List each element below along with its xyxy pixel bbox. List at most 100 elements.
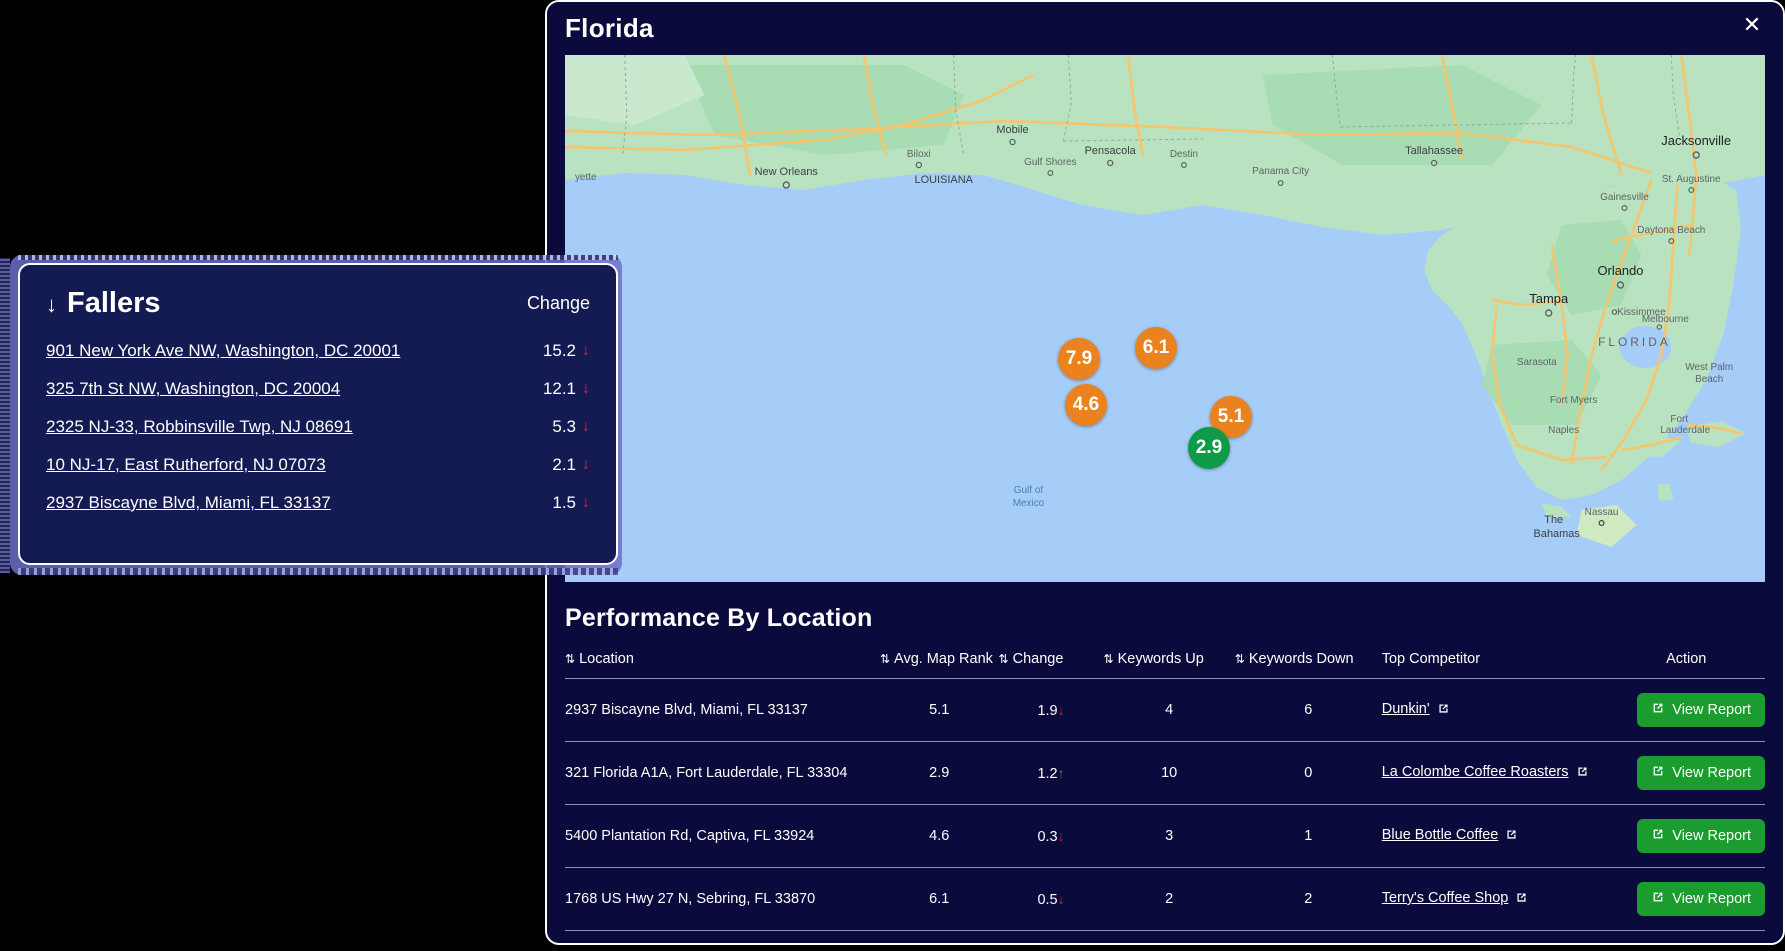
faller-address-link[interactable]: 901 New York Ave NW, Washington, DC 2000… (46, 341, 400, 361)
svg-text:Gulf Shores: Gulf Shores (1024, 157, 1077, 168)
column-label: Avg. Map Rank (894, 651, 993, 667)
faller-change-value: 2.1 (552, 455, 576, 475)
svg-text:Daytona Beach: Daytona Beach (1637, 225, 1705, 236)
cell-keywords-up: 5 (1104, 931, 1235, 946)
cell-avg-map-rank: 2.9 (880, 742, 999, 805)
column-header-keywords-down[interactable]: ⇅Keywords Down (1235, 651, 1382, 679)
table-row: 2937 Biscayne Blvd, Miami, FL 33137 5.1 … (565, 679, 1765, 742)
svg-text:St. Augustine: St. Augustine (1662, 174, 1721, 185)
close-icon[interactable]: ✕ (1739, 12, 1765, 38)
svg-text:Naples: Naples (1548, 425, 1579, 436)
svg-text:The: The (1544, 514, 1563, 526)
view-report-button[interactable]: View Report (1637, 882, 1765, 916)
column-label: Change (1013, 651, 1064, 667)
column-header-location[interactable]: ⇅ Location (565, 651, 880, 679)
faller-address-link[interactable]: 2937 Biscayne Blvd, Miami, FL 33137 (46, 493, 331, 513)
map-marker-value: 4.6 (1073, 394, 1099, 416)
svg-text:Panama City: Panama City (1252, 166, 1309, 177)
column-label: Location (579, 651, 634, 667)
cell-avg-map-rank: 5.1 (880, 679, 999, 742)
sort-icon[interactable]: ⇅ (880, 652, 890, 666)
map-marker[interactable]: 7.9 (1058, 338, 1100, 380)
cell-keywords-up: 10 (1104, 742, 1235, 805)
cell-action: View Report (1607, 742, 1765, 805)
table-header-row: ⇅ Location ⇅ Avg. Map Rank ⇅ Change ⇅Keywor… (565, 651, 1765, 679)
column-label: Action (1666, 651, 1706, 667)
list-item: 901 New York Ave NW, Washington, DC 2000… (46, 332, 590, 370)
view-report-button[interactable]: View Report (1637, 693, 1765, 727)
svg-text:Bahamas: Bahamas (1534, 528, 1581, 540)
map-canvas[interactable]: New Orleans Biloxi Mobile Gulf Shores Pe… (565, 55, 1765, 582)
svg-text:Tampa: Tampa (1529, 291, 1569, 306)
arrow-down-icon: ↓ (1058, 702, 1065, 718)
external-link-icon (1651, 701, 1665, 719)
svg-text:Orlando: Orlando (1597, 263, 1643, 278)
performance-section: Performance By Location ⇅ Location ⇅ Avg. … (547, 582, 1783, 945)
arrow-down-icon: ↓ (1058, 891, 1065, 907)
column-header-change[interactable]: ⇅ Change (999, 651, 1104, 679)
list-item: 2937 Biscayne Blvd, Miami, FL 33137 1.5 … (46, 484, 590, 522)
cell-keywords-up: 2 (1104, 868, 1235, 931)
fallers-title: Fallers (67, 287, 161, 320)
map-marker-value: 2.9 (1196, 437, 1222, 459)
arrow-down-icon: ↓ (1058, 828, 1065, 844)
cell-location: 1768 US Hwy 27 N, Sebring, FL 33870 (565, 868, 880, 931)
cell-avg-map-rank: 4.6 (880, 805, 999, 868)
view-report-label: View Report (1672, 702, 1751, 718)
arrow-down-icon: ↓ (46, 292, 57, 318)
external-link-icon[interactable] (1515, 891, 1528, 908)
svg-text:Tallahassee: Tallahassee (1405, 145, 1463, 157)
fallers-card: ↓ Fallers Change 901 New York Ave NW, Wa… (18, 263, 618, 565)
external-link-icon[interactable] (1505, 828, 1518, 845)
cell-change: 1.9↓ (999, 679, 1104, 742)
performance-title: Performance By Location (565, 604, 1765, 633)
column-header-avg-map-rank[interactable]: ⇅ Avg. Map Rank (880, 651, 999, 679)
column-label: Top Competitor (1382, 651, 1480, 667)
table-row: 1768 US Hwy 27 N, Sebring, FL 33870 6.1 … (565, 868, 1765, 931)
faller-change-value: 15.2 (543, 341, 576, 361)
sort-icon[interactable]: ⇅ (999, 652, 1009, 666)
change-value: 0.3 (1037, 829, 1057, 845)
arrow-down-icon: ↓ (582, 494, 590, 512)
column-header-top-competitor: Top Competitor (1382, 651, 1608, 679)
view-report-label: View Report (1672, 765, 1751, 781)
svg-text:Lauderdale: Lauderdale (1660, 425, 1710, 436)
external-link-icon (1651, 827, 1665, 845)
svg-text:Mobile: Mobile (996, 124, 1028, 136)
arrow-down-icon: ↓ (582, 380, 590, 398)
cell-top-competitor: Le Cafe Coffee (1382, 931, 1608, 946)
sort-icon[interactable]: ⇅ (1104, 652, 1114, 666)
svg-text:Pensacola: Pensacola (1085, 145, 1137, 157)
sort-icon[interactable]: ⇅ (565, 652, 575, 666)
faller-change-value: 12.1 (543, 379, 576, 399)
modal-title: Florida (565, 13, 654, 44)
map-marker[interactable]: 6.1 (1135, 327, 1177, 369)
faller-address-link[interactable]: 325 7th St NW, Washington, DC 20004 (46, 379, 340, 399)
view-report-button[interactable]: View Report (1637, 756, 1765, 790)
svg-text:Mexico: Mexico (1013, 498, 1045, 509)
external-link-icon[interactable] (1437, 702, 1450, 719)
faller-change: 1.5 ↓ (552, 493, 590, 513)
svg-text:LOUISIANA: LOUISIANA (915, 174, 974, 186)
cell-location: 2937 Biscayne Blvd, Miami, FL 33137 (565, 679, 880, 742)
svg-text:West Palm: West Palm (1685, 362, 1733, 373)
competitor-link[interactable]: La Colombe Coffee Roasters (1382, 764, 1569, 780)
view-report-button[interactable]: View Report (1637, 819, 1765, 853)
competitor-link[interactable]: Blue Bottle Coffee (1382, 827, 1499, 843)
column-header-keywords-up[interactable]: ⇅Keywords Up (1104, 651, 1235, 679)
map-marker[interactable]: 2.9 (1188, 427, 1230, 469)
cell-avg-map-rank: 7.9 (880, 931, 999, 946)
faller-change: 15.2 ↓ (543, 341, 590, 361)
external-link-icon[interactable] (1576, 765, 1589, 782)
competitor-link[interactable]: Terry's Coffee Shop (1382, 890, 1509, 906)
faller-address-link[interactable]: 2325 NJ-33, Robbinsville Twp, NJ 08691 (46, 417, 353, 437)
sort-icon[interactable]: ⇅ (1235, 652, 1245, 666)
arrow-down-icon: ↓ (582, 456, 590, 474)
cell-action: View Report (1607, 931, 1765, 946)
fallers-header: ↓ Fallers Change (46, 287, 590, 320)
svg-text:Fort: Fort (1670, 414, 1688, 425)
faller-change-value: 5.3 (552, 417, 576, 437)
competitor-link[interactable]: Dunkin' (1382, 701, 1430, 717)
map-marker[interactable]: 4.6 (1065, 384, 1107, 426)
faller-address-link[interactable]: 10 NJ-17, East Rutherford, NJ 07073 (46, 455, 326, 475)
